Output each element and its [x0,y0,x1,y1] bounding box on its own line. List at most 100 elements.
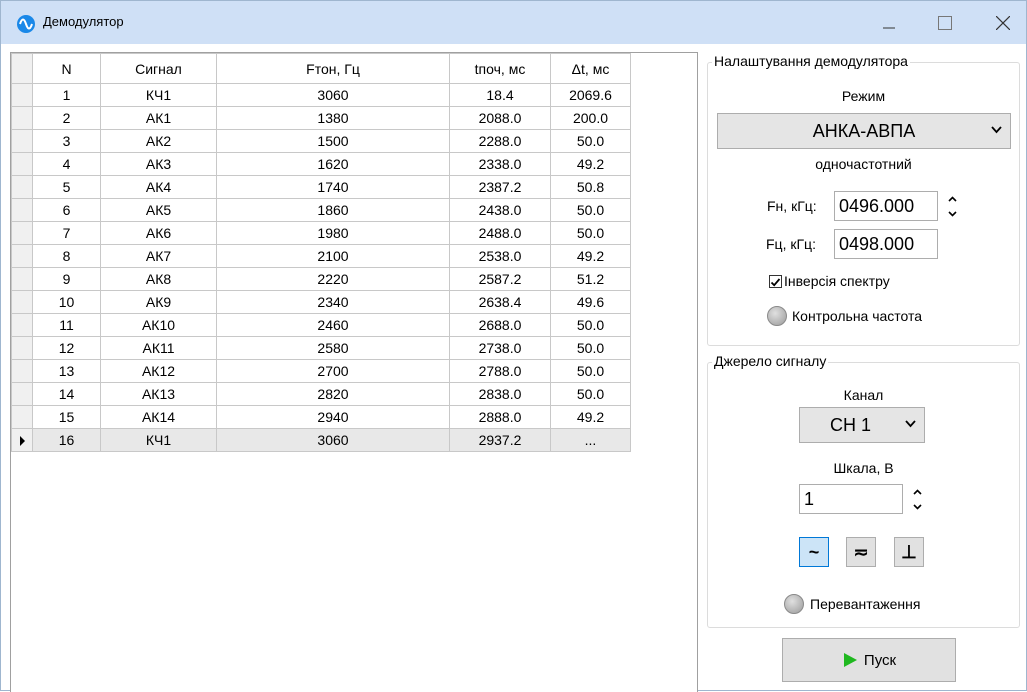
cell-n[interactable]: 6 [32,198,101,222]
table-row[interactable]: 7 АК6 1980 2488.0 50.0 [11,221,631,245]
row-header[interactable] [11,152,33,176]
fn-input[interactable]: 0496.000 [834,191,938,221]
cell-tstart[interactable]: 2338.0 [449,152,551,176]
cell-dt[interactable]: 2069.6 [550,83,631,107]
col-header-ftone[interactable]: Fтон, Гц [216,53,450,84]
cell-ftone[interactable]: 1380 [216,106,450,130]
row-header[interactable] [11,129,33,153]
cell-ftone[interactable]: 2820 [216,382,450,406]
col-header-dt[interactable]: Δt, мс [550,53,631,84]
cell-tstart[interactable]: 2438.0 [449,198,551,222]
cell-ftone[interactable]: 1620 [216,152,450,176]
cell-ftone[interactable]: 2700 [216,359,450,383]
cell-ftone[interactable]: 3060 [216,428,450,452]
cell-dt[interactable]: 49.2 [550,405,631,429]
start-button[interactable]: Пуск [782,638,956,682]
table-row[interactable]: 9 АК8 2220 2587.2 51.2 [11,267,631,291]
col-header-signal[interactable]: Сигнал [100,53,217,84]
cell-tstart[interactable]: 2688.0 [449,313,551,337]
scale-input[interactable]: 1 [799,484,903,514]
row-header[interactable] [11,336,33,360]
title-bar[interactable]: Демодулятор [1,1,1026,44]
cell-tstart[interactable]: 2788.0 [449,359,551,383]
cell-dt[interactable]: 50.0 [550,198,631,222]
table-row[interactable]: 16 КЧ1 3060 2937.2... [11,428,631,452]
cell-tstart[interactable]: 18.4 [449,83,551,107]
fc-input[interactable]: 0498.000 [834,229,938,259]
cell-signal[interactable]: АК6 [100,221,217,245]
row-header[interactable] [11,359,33,383]
row-header[interactable] [11,405,33,429]
fn-spin-up[interactable] [940,191,964,206]
row-header[interactable] [11,106,33,130]
row-header[interactable] [11,382,33,406]
cell-ftone[interactable]: 2100 [216,244,450,268]
cell-tstart[interactable]: 2288.0 [449,129,551,153]
table-row[interactable]: 2 АК1 1380 2088.0 200.0 [11,106,631,130]
cell-dt[interactable]: 50.0 [550,382,631,406]
row-header[interactable] [11,267,33,291]
row-header[interactable] [11,198,33,222]
cell-tstart[interactable]: 2088.0 [449,106,551,130]
inversion-label[interactable]: Інверсія спектру [784,273,890,289]
cell-signal[interactable]: АК14 [100,405,217,429]
row-header[interactable] [11,175,33,199]
cell-signal[interactable]: АК2 [100,129,217,153]
table-row[interactable]: 13 АК12 2700 2788.0 50.0 [11,359,631,383]
gnd-coupling-button[interactable]: ⊥ [894,537,924,567]
cell-signal[interactable]: АК1 [100,106,217,130]
table-row[interactable]: 8 АК7 2100 2538.0 49.2 [11,244,631,268]
cell-dt[interactable]: 49.2 [550,244,631,268]
cell-n[interactable]: 9 [32,267,101,291]
maximize-button[interactable] [922,1,968,44]
inversion-checkbox[interactable] [769,275,782,288]
cell-dt[interactable]: 50.0 [550,221,631,245]
cell-n[interactable]: 2 [32,106,101,130]
cell-n[interactable]: 3 [32,129,101,153]
cell-ftone[interactable]: 2340 [216,290,450,314]
table-row[interactable]: 5 АК4 1740 2387.2 50.8 [11,175,631,199]
table-row[interactable]: 10 АК9 2340 2638.4 49.6 [11,290,631,314]
cell-signal[interactable]: АК9 [100,290,217,314]
cell-tstart[interactable]: 2888.0 [449,405,551,429]
cell-dt[interactable]: 51.2 [550,267,631,291]
cell-ftone[interactable]: 1980 [216,221,450,245]
table-row[interactable]: 12 АК11 2580 2738.0 50.0 [11,336,631,360]
cell-n[interactable]: 11 [32,313,101,337]
cell-n[interactable]: 8 [32,244,101,268]
cell-ftone[interactable]: 2460 [216,313,450,337]
cell-tstart[interactable]: 2838.0 [449,382,551,406]
row-header[interactable] [11,83,33,107]
scale-spin-down[interactable] [905,499,929,514]
row-header[interactable] [11,290,33,314]
cell-dt[interactable]: 200.0 [550,106,631,130]
cell-dt[interactable]: 50.0 [550,313,631,337]
table-row[interactable]: 1 КЧ1 3060 18.4 2069.6 [11,83,631,107]
cell-n[interactable]: 15 [32,405,101,429]
cell-tstart[interactable]: 2587.2 [449,267,551,291]
cell-n[interactable]: 14 [32,382,101,406]
row-header[interactable] [11,244,33,268]
table-row[interactable]: 15 АК14 2940 2888.0 49.2 [11,405,631,429]
cell-n[interactable]: 5 [32,175,101,199]
cell-n[interactable]: 10 [32,290,101,314]
cell-tstart[interactable]: 2937.2 [449,428,551,452]
table-row[interactable]: 14 АК13 2820 2838.0 50.0 [11,382,631,406]
cell-ftone[interactable]: 3060 [216,83,450,107]
cell-n[interactable]: 12 [32,336,101,360]
cell-tstart[interactable]: 2488.0 [449,221,551,245]
cell-tstart[interactable]: 2738.0 [449,336,551,360]
cell-signal[interactable]: АК13 [100,382,217,406]
cell-signal[interactable]: АК8 [100,267,217,291]
cell-tstart[interactable]: 2538.0 [449,244,551,268]
fn-spinner[interactable] [940,191,964,221]
signal-table[interactable]: N Сигнал Fтон, Гц tпоч, мс Δt, мс 1 КЧ1 30… [10,52,698,692]
cell-ftone[interactable]: 2220 [216,267,450,291]
cell-signal[interactable]: КЧ1 [100,83,217,107]
cell-signal[interactable]: АК7 [100,244,217,268]
cell-dt[interactable]: 50.8 [550,175,631,199]
row-header[interactable] [11,428,33,452]
mode-select[interactable]: АНКА-АВПА [717,113,1011,149]
table-row[interactable]: 11 АК10 2460 2688.0 50.0 [11,313,631,337]
col-header-tstart[interactable]: tпоч, мс [449,53,551,84]
